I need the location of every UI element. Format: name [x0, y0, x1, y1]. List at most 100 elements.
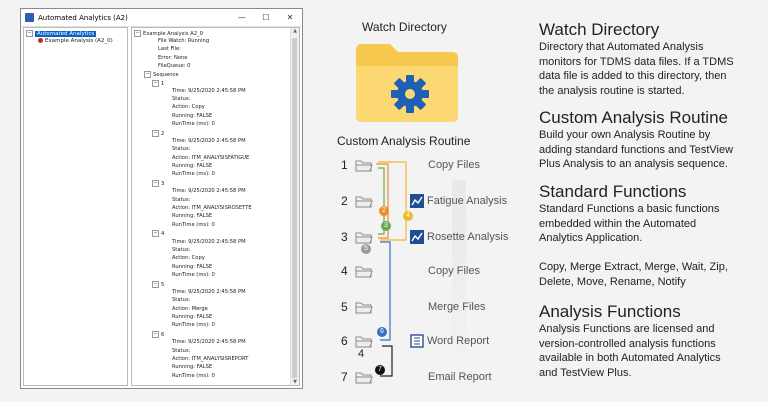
detail-field: Last File:	[158, 46, 181, 53]
title-bar: Automated Analytics (A2) — ☐ ✕	[21, 9, 302, 27]
description-line: Plus Analysis to an analysis sequence.	[539, 158, 728, 170]
sequence-step-6-label: 6	[161, 332, 165, 338]
tree-root-label[interactable]: Automated Analytics	[35, 31, 97, 37]
detail-field: File Watch: Running	[158, 38, 210, 44]
step-field: RunTime (ms): 0	[172, 171, 215, 178]
blue-connector	[380, 241, 391, 341]
description-line	[539, 246, 728, 261]
badge-4: 4	[403, 211, 413, 221]
step-field: Time: 9/25/2020 2:45:58 PM	[172, 238, 246, 245]
description-line: Build your own Analysis Routine by	[539, 129, 711, 141]
step-field: Action: Merge	[172, 305, 208, 312]
step-name: Word Report	[427, 335, 490, 347]
description-line: Copy, Merge Extract, Merge, Wait, Zip,	[539, 261, 728, 273]
step-number: 4	[341, 264, 348, 278]
description-title: Analysis Functions	[539, 302, 681, 321]
step-field: RunTime (ms): 0	[172, 271, 215, 278]
description-1: Watch Directory Directory that Automated …	[539, 20, 734, 98]
description-4: Analysis Functions Analysis Functions are…	[539, 302, 721, 380]
step-field: Status:	[172, 96, 191, 103]
step-number: 7	[341, 370, 348, 384]
sequence-step-3[interactable]: −3	[152, 180, 164, 188]
collapse-icon[interactable]: −	[152, 129, 159, 137]
tree-child-label[interactable]: Example Analysis (A2_0)	[45, 38, 113, 44]
step-name: Email Report	[428, 371, 492, 383]
step-field: Status:	[172, 196, 191, 203]
sequence-step-3-label: 3	[161, 181, 165, 188]
close-button[interactable]: ✕	[278, 13, 302, 22]
description-title: Standard Functions	[539, 182, 687, 201]
collapse-icon[interactable]: −	[134, 30, 141, 37]
step-field: Time: 9/25/2020 2:45:58 PM	[172, 188, 246, 195]
step-field: Time: 9/25/2020 2:45:58 PM	[172, 138, 246, 145]
step-number: 5	[341, 300, 348, 314]
sequence-step-4[interactable]: −4	[152, 230, 164, 238]
collapse-icon[interactable]: −	[26, 30, 33, 37]
step-field: Status:	[172, 297, 191, 304]
badge-2: 2	[379, 206, 389, 216]
vertical-scrollbar[interactable]: ▲ ▼	[290, 28, 299, 385]
collapse-icon[interactable]: −	[152, 280, 159, 288]
description-line: Standard Functions a basic functions	[539, 203, 720, 215]
collapse-icon[interactable]: −	[144, 71, 151, 79]
step-field: RunTime (ms): 0	[172, 322, 215, 329]
step-field: Status:	[172, 247, 191, 253]
collapse-icon[interactable]: −	[152, 180, 159, 188]
sequence-step-5-label: 5	[161, 281, 165, 288]
step-field: RunTime (ms): 0	[172, 372, 215, 379]
sequence-node[interactable]: − Sequence	[144, 71, 179, 79]
step-name: Rosette Analysis	[427, 231, 509, 243]
collapse-icon[interactable]: −	[152, 79, 159, 87]
routine-title: Custom Analysis Routine	[337, 134, 471, 148]
description-line: monitors for TDMS data files. If a TDMS	[539, 55, 734, 68]
description-line: available in both Automated Analytics	[539, 352, 721, 364]
step-field: Running: FALSE	[172, 263, 213, 270]
description-3: Standard Functions Standard Functions a b…	[539, 182, 728, 289]
step-field: Time: 9/25/2020 2:45:58 PM	[172, 289, 246, 295]
step-field: Action: Copy	[172, 255, 205, 262]
sequence-step-6[interactable]: −6	[152, 331, 164, 339]
sequence-step-4-label: 4	[161, 231, 165, 238]
step-name: Merge Files	[428, 301, 486, 313]
step-field: Running: FALSE	[172, 163, 213, 169]
badge-5: 5	[361, 244, 371, 254]
step-name: Copy Files	[428, 265, 480, 277]
collapse-icon[interactable]: −	[152, 230, 159, 238]
sequence-step-2[interactable]: −2	[152, 129, 165, 138]
tree-root[interactable]: − Automated Analytics	[26, 30, 97, 38]
tree-child-analysis[interactable]: Example Analysis (A2_0)	[38, 38, 113, 45]
step-field: Time: 9/25/2020 2:45:58 PM	[172, 339, 246, 346]
window-title: Automated Analytics (A2)	[38, 13, 128, 22]
scroll-down-icon[interactable]: ▼	[291, 379, 299, 385]
description-line: embedded within the Automated	[539, 217, 697, 230]
step-annotation: 4	[358, 348, 365, 360]
step-field: Action: ITM_ANALYSISFATIGUE	[172, 154, 250, 161]
step-field: Action: Copy	[172, 104, 205, 111]
collapse-icon[interactable]: −	[152, 331, 159, 338]
details-root[interactable]: − Example Analysis A2_0	[134, 30, 203, 38]
sequence-step-1[interactable]: −1	[152, 79, 164, 88]
sequence-step-2-label: 2	[161, 130, 165, 137]
scroll-up-icon[interactable]: ▲	[291, 28, 299, 34]
sequence-step-5[interactable]: −5	[152, 280, 165, 289]
scroll-thumb[interactable]	[292, 38, 297, 378]
flow-connectors	[376, 161, 407, 377]
step-field: RunTime (ms): 0	[172, 221, 215, 228]
app-window: Automated Analytics (A2) — ☐ ✕ − Automate…	[20, 8, 303, 389]
step-field: Action: ITM_ANALYSISROSETTE	[172, 205, 252, 211]
description-line: Analysis Functions are licensed and	[539, 323, 715, 335]
badge-7: 7	[375, 365, 385, 375]
description-2: Custom Analysis Routine Build your own An…	[539, 108, 733, 172]
step-field: Action: ITM_ANALYSISREPORT	[172, 355, 249, 362]
minimize-button[interactable]: —	[230, 13, 254, 22]
details-pane: − Example Analysis A2_0 File Watch: Runnin…	[131, 27, 300, 386]
description-line: Directory that Automated Analysis	[539, 41, 704, 53]
step-number: 1	[341, 158, 348, 172]
analysis-tree-pane: − Automated Analytics Example Analysis (A…	[23, 27, 128, 386]
step-field: Status:	[172, 347, 191, 354]
detail-field: Error: None	[158, 54, 188, 61]
description-line: data file is added to this directory, th…	[539, 70, 727, 82]
step-number: 2	[341, 194, 348, 208]
maximize-button[interactable]: ☐	[254, 13, 278, 22]
description-line: Delete, Move, Rename, Notify	[539, 275, 686, 288]
